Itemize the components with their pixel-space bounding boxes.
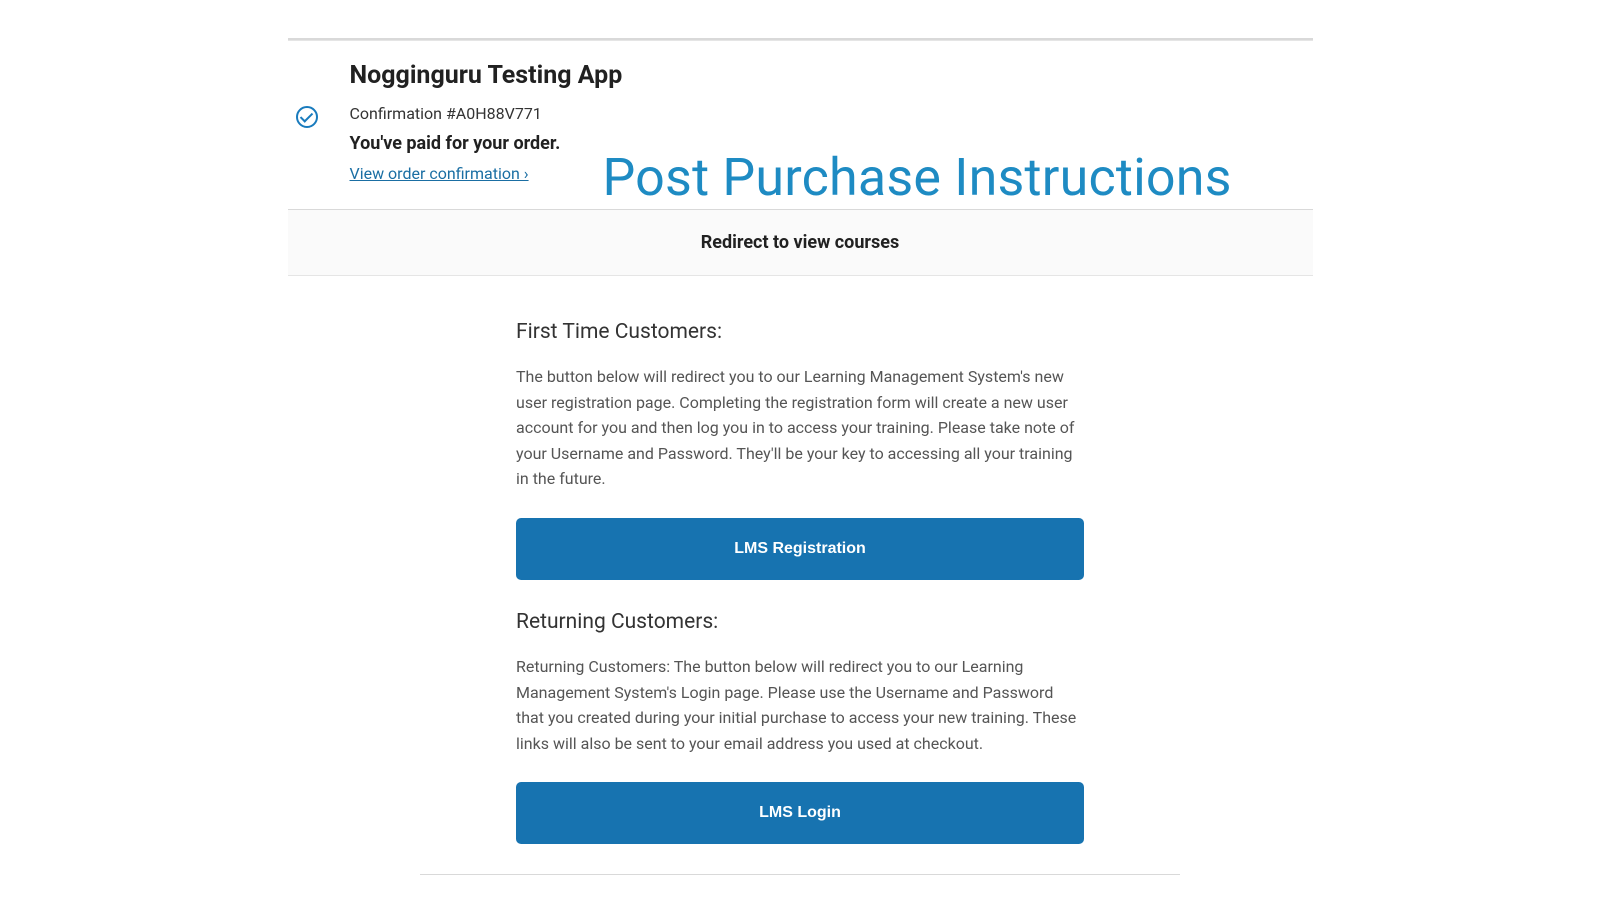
instructions-content: First Time Customers: The button below w…: [516, 276, 1084, 844]
overlay-title: Post Purchase Instructions: [603, 147, 1232, 208]
lms-login-button[interactable]: LMS Login: [516, 782, 1084, 844]
app-title: Nogginguru Testing App: [350, 61, 1313, 90]
check-icon-wrap: [288, 61, 326, 128]
bottom-divider: [420, 874, 1180, 875]
page-container: Nogginguru Testing App Confirmation #A0H…: [288, 0, 1313, 875]
lms-registration-button[interactable]: LMS Registration: [516, 518, 1084, 580]
returning-body: Returning Customers: The button below wi…: [516, 654, 1084, 756]
view-order-confirmation-link[interactable]: View order confirmation ›: [350, 164, 529, 183]
first-time-body: The button below will redirect you to ou…: [516, 364, 1084, 492]
confirmation-number: Confirmation #A0H88V771: [350, 104, 1313, 123]
check-circle-icon: [296, 106, 318, 128]
first-time-heading: First Time Customers:: [516, 320, 1084, 344]
returning-heading: Returning Customers:: [516, 610, 1084, 634]
order-header: Nogginguru Testing App Confirmation #A0H…: [288, 61, 1313, 183]
top-divider: [288, 38, 1313, 41]
redirect-bar: Redirect to view courses: [288, 209, 1313, 276]
